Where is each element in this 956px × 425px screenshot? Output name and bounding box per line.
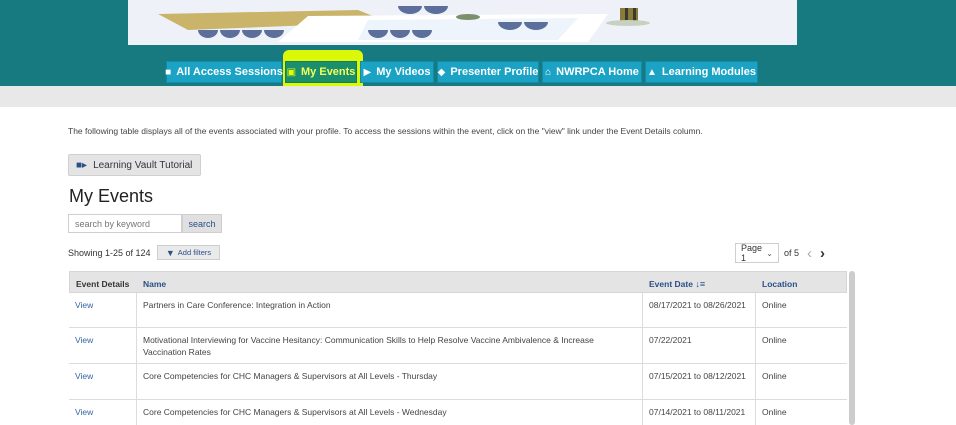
grid-icon: ■ — [165, 66, 172, 78]
nav-label: My Videos — [376, 66, 431, 78]
next-page-icon[interactable]: › — [820, 246, 825, 261]
graduation-cap-icon: ▲ — [646, 66, 657, 78]
video-camera-icon: ▶ — [363, 66, 372, 78]
nav-label: Presenter Profile — [450, 66, 539, 78]
briefcase-icon: ▣ — [286, 66, 297, 78]
tutorial-label: Learning Vault Tutorial — [93, 159, 193, 171]
event-name: Core Competencies for CHC Managers & Sup… — [136, 400, 642, 425]
add-filters-button[interactable]: ▼ Add filters — [157, 245, 220, 260]
page-select-value: Page 1 — [741, 243, 763, 263]
video-camera-icon: ■▸ — [76, 159, 88, 171]
view-link[interactable]: View — [69, 364, 135, 399]
chevron-down-icon: ⌄ — [766, 248, 773, 258]
header-event-date-label: Event Date — [649, 279, 693, 289]
nav-my-videos[interactable]: ▶ My Videos — [360, 61, 434, 83]
nav-label: My Events — [301, 66, 356, 78]
learning-vault-tutorial-button[interactable]: ■▸ Learning Vault Tutorial — [68, 154, 201, 176]
header-event-date[interactable]: Event Date ↓≡ — [643, 272, 756, 292]
nav-label: NWRPCA Home — [556, 66, 639, 78]
header-banner-illustration — [128, 0, 797, 45]
event-date: 07/15/2021 to 08/12/2021 — [642, 364, 755, 399]
table-row: View Core Competencies for CHC Managers … — [69, 400, 847, 425]
page-select[interactable]: Page 1 ⌄ — [735, 243, 779, 263]
subheader-bar — [0, 86, 956, 107]
results-count: Showing 1-25 of 124 — [68, 248, 151, 258]
main-nav: ■ All Access Sessions ▣ My Events ▶ My V… — [0, 61, 956, 83]
intro-text: The following table displays all of the … — [68, 126, 703, 136]
search-button[interactable]: search — [182, 214, 222, 233]
header-location[interactable]: Location — [756, 272, 848, 292]
event-date: 08/17/2021 to 08/26/2021 — [642, 293, 755, 327]
nav-presenter-profile[interactable]: ◆ Presenter Profile — [437, 61, 539, 83]
event-location: Online — [755, 400, 847, 425]
search-input[interactable]: search by keyword — [68, 214, 182, 233]
table-scrollbar[interactable] — [849, 271, 855, 425]
view-link[interactable]: View — [69, 293, 135, 327]
table-row: View Core Competencies for CHC Managers … — [69, 364, 847, 400]
event-date: 07/14/2021 to 08/11/2021 — [642, 400, 755, 425]
table-header-row: Event Details Name Event Date ↓≡ Locatio… — [69, 271, 847, 293]
event-location: Online — [755, 328, 847, 363]
banner-illustration — [128, 0, 797, 45]
nav-all-access-sessions[interactable]: ■ All Access Sessions — [165, 61, 283, 83]
event-date: 07/22/2021 — [642, 328, 755, 363]
home-icon: ⌂ — [545, 66, 552, 78]
nav-label: All Access Sessions — [176, 66, 283, 78]
nav-learning-modules[interactable]: ▲ Learning Modules — [645, 61, 758, 83]
pagination: Page 1 ⌄ of 5 ‹ › — [735, 243, 825, 263]
page-title: My Events — [69, 186, 154, 206]
event-name: Partners in Care Conference: Integration… — [136, 293, 642, 327]
previous-page-icon[interactable]: ‹ — [807, 246, 812, 261]
nav-my-events[interactable]: ▣ My Events — [285, 61, 357, 83]
view-link[interactable]: View — [69, 400, 135, 425]
diamond-icon: ◆ — [437, 66, 446, 78]
table-row: View Motivational Interviewing for Vacci… — [69, 328, 847, 364]
header-name[interactable]: Name — [137, 272, 643, 292]
page-count: of 5 — [784, 248, 800, 258]
event-location: Online — [755, 364, 847, 399]
view-link[interactable]: View — [69, 328, 135, 363]
add-filters-label: Add filters — [177, 248, 212, 257]
header-event-details: Event Details — [76, 279, 130, 289]
filter-icon: ▼ — [165, 247, 175, 258]
sort-descending-icon: ↓≡ — [695, 279, 706, 289]
nav-nwrpca-home[interactable]: ⌂ NWRPCA Home — [542, 61, 642, 83]
event-name: Motivational Interviewing for Vaccine He… — [136, 328, 642, 363]
nav-label: Learning Modules — [661, 66, 757, 78]
event-location: Online — [755, 293, 847, 327]
table-row: View Partners in Care Conference: Integr… — [69, 293, 847, 328]
event-name: Core Competencies for CHC Managers & Sup… — [136, 364, 642, 399]
